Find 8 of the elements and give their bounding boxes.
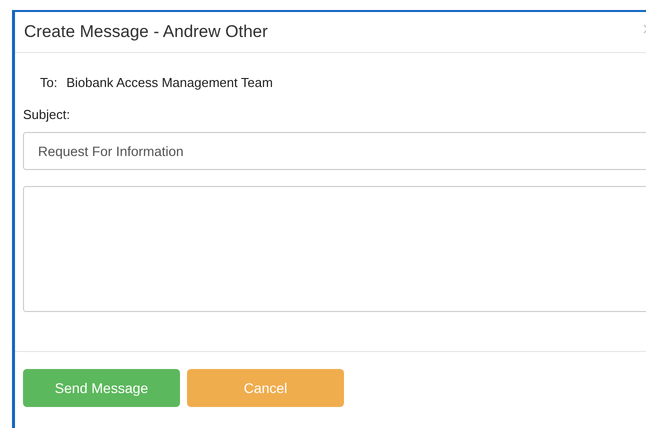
dialog-title: Create Message - Andrew Other bbox=[24, 22, 268, 42]
to-label: To: bbox=[40, 75, 58, 90]
dialog-button[interactable]: Send Message bbox=[23, 369, 180, 407]
subject-label: Subject: bbox=[23, 107, 71, 122]
dialog-button[interactable]: Cancel bbox=[187, 369, 344, 407]
message-field[interactable] bbox=[23, 186, 646, 312]
subject-field[interactable]: Request For Information bbox=[23, 132, 646, 170]
recipient-name: Biobank Access Management Team bbox=[66, 75, 273, 90]
